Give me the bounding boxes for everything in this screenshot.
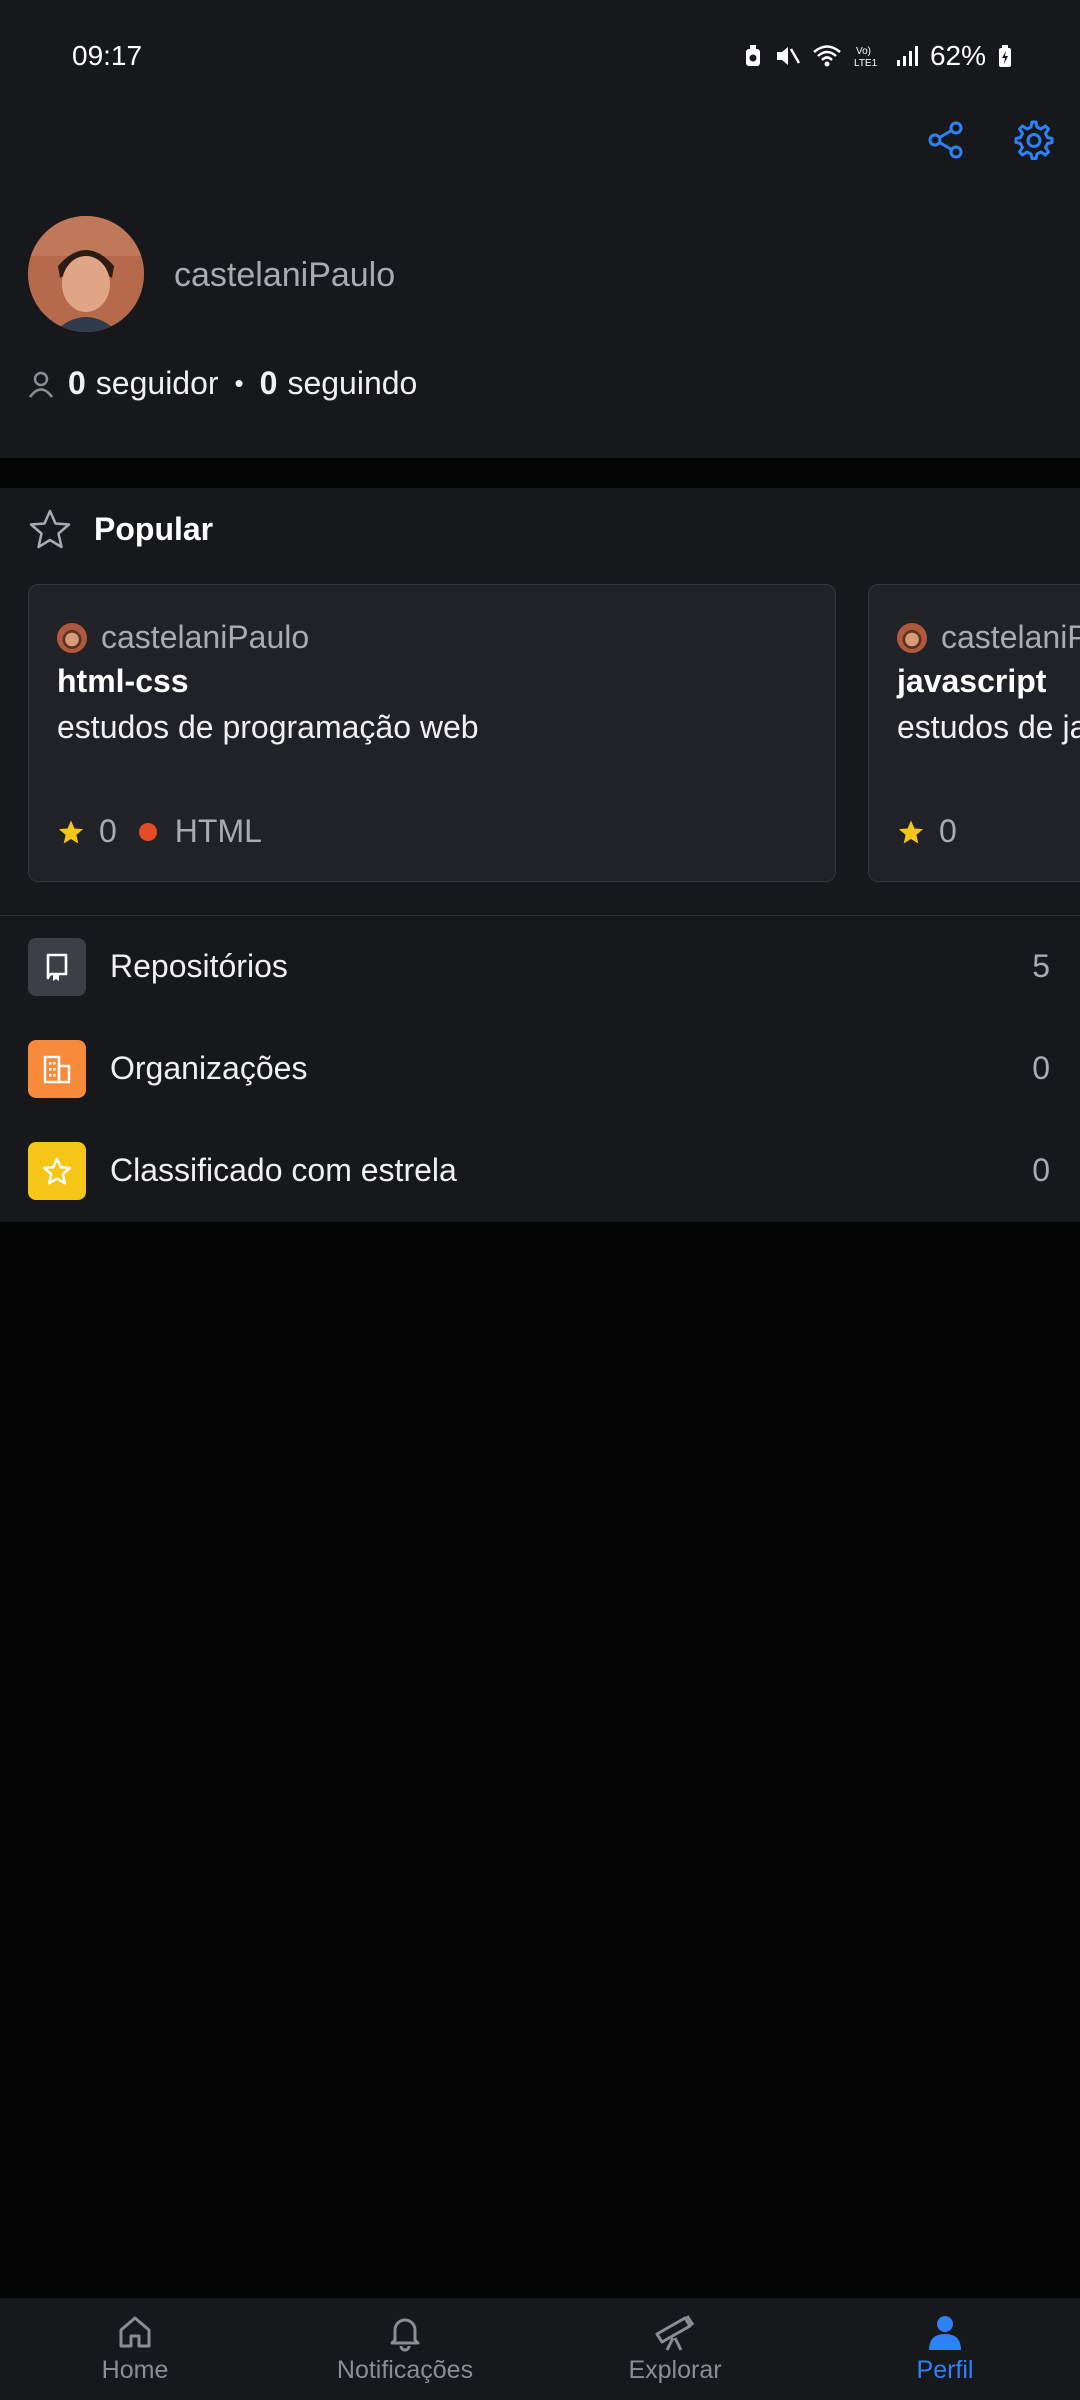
following-label: seguindo bbox=[287, 365, 418, 401]
alarm-icon bbox=[745, 45, 760, 66]
followers-count: 0 bbox=[68, 365, 86, 401]
profile-header: 09:17 Vo) LTE1 62% castelaniPaulo 0 segu… bbox=[0, 0, 1080, 458]
battery-percent: 62% bbox=[929, 40, 986, 71]
popular-section: Popular castelaniPaulo html-css estudos … bbox=[0, 488, 1080, 916]
followers-label: seguidor bbox=[95, 365, 219, 401]
profile-menu: Repositórios 5 Organizações 0 Classifica… bbox=[0, 916, 1080, 1222]
repo-card[interactable]: castelaniPaulo html-css estudos de progr… bbox=[28, 584, 836, 882]
wifi-icon bbox=[813, 45, 841, 67]
repo-language: HTML bbox=[174, 813, 262, 849]
person-icon bbox=[28, 371, 54, 398]
telescope-icon bbox=[655, 2315, 695, 2351]
menu-count: 0 bbox=[1032, 1152, 1050, 1188]
nav-profile[interactable]: Perfil bbox=[810, 2298, 1080, 2400]
bell-icon bbox=[390, 2318, 420, 2352]
gear-icon bbox=[1014, 120, 1054, 160]
star-filled-icon bbox=[58, 820, 84, 843]
nav-notifications[interactable]: Notificações bbox=[270, 2298, 540, 2400]
language-color-dot bbox=[138, 822, 157, 841]
popular-header: Popular bbox=[28, 508, 213, 550]
organization-icon bbox=[43, 1055, 71, 1084]
repo-owner: castelaniPaulo bbox=[897, 619, 1080, 656]
menu-item-repositories[interactable]: Repositórios 5 bbox=[0, 916, 1080, 1018]
settings-button[interactable] bbox=[1004, 112, 1060, 168]
repo-owner-name: castelaniPaulo bbox=[101, 619, 310, 655]
star-filled-icon bbox=[898, 820, 924, 843]
home-icon bbox=[119, 2316, 151, 2348]
follow-separator: • bbox=[234, 368, 244, 398]
repo-name: javascript bbox=[897, 663, 1047, 699]
repo-icon bbox=[46, 953, 68, 981]
nav-home[interactable]: Home bbox=[0, 2298, 270, 2400]
avatar-image bbox=[28, 216, 144, 332]
battery-icon bbox=[999, 45, 1011, 67]
nav-label: Perfil bbox=[916, 2356, 974, 2384]
repo-icon-box bbox=[28, 938, 86, 996]
volte-icon: Vo)LTE1 bbox=[854, 46, 878, 68]
status-time: 09:17 bbox=[72, 40, 143, 71]
repo-card[interactable]: castelaniPaulo javascript estudos de jav… bbox=[868, 584, 1080, 882]
star-icon bbox=[42, 1157, 72, 1185]
profile-screen: 09:17 Vo) LTE1 62% castelaniPaulo 0 segu… bbox=[0, 0, 1080, 2400]
nav-label: Home bbox=[101, 2356, 169, 2384]
menu-label: Classificado com estrela bbox=[110, 1152, 457, 1188]
avatar[interactable] bbox=[28, 216, 144, 332]
signal-icon bbox=[896, 46, 918, 66]
bottom-navigation: Home Notificações Explorar Perfil bbox=[0, 2298, 1080, 2400]
owner-avatar bbox=[897, 622, 927, 653]
share-icon bbox=[928, 121, 963, 159]
owner-avatar bbox=[57, 622, 87, 653]
menu-label: Repositórios bbox=[110, 948, 288, 984]
person-icon bbox=[929, 2316, 961, 2350]
repo-owner: castelaniPaulo bbox=[57, 619, 309, 656]
repo-description: estudos de programação web bbox=[57, 709, 479, 745]
share-button[interactable] bbox=[918, 112, 974, 168]
repo-owner-name: castelaniPaulo bbox=[941, 619, 1080, 655]
star-outline-icon bbox=[29, 509, 71, 549]
repo-name: html-css bbox=[57, 663, 189, 699]
nav-label: Explorar bbox=[628, 2356, 722, 2384]
menu-label: Organizações bbox=[110, 1050, 308, 1086]
nav-explore[interactable]: Explorar bbox=[540, 2298, 810, 2400]
repo-star-count: 0 bbox=[99, 813, 117, 849]
repo-description: estudos de javascript bbox=[897, 709, 1080, 745]
status-icons: Vo) LTE1 62% bbox=[744, 40, 1012, 72]
top-actions bbox=[918, 112, 1060, 168]
menu-count: 5 bbox=[1032, 948, 1050, 984]
nav-label: Notificações bbox=[336, 2356, 474, 2384]
menu-item-starred[interactable]: Classificado com estrela 0 bbox=[0, 1120, 1080, 1222]
svg-text:LTE1: LTE1 bbox=[854, 58, 878, 68]
repo-meta: 0 bbox=[897, 813, 957, 850]
follow-stats[interactable]: 0 seguidor • 0 seguindo bbox=[28, 365, 417, 402]
organization-icon-box bbox=[28, 1040, 86, 1098]
following-count: 0 bbox=[259, 365, 278, 401]
repo-meta: 0 HTML bbox=[57, 813, 262, 850]
mute-icon bbox=[776, 47, 800, 65]
repo-star-count: 0 bbox=[939, 813, 957, 849]
profile-username: castelaniPaulo bbox=[174, 256, 396, 294]
star-icon-box bbox=[28, 1142, 86, 1200]
svg-text:Vo): Vo) bbox=[856, 46, 871, 57]
popular-title: Popular bbox=[94, 510, 214, 547]
menu-count: 0 bbox=[1032, 1050, 1050, 1086]
menu-item-organizations[interactable]: Organizações 0 bbox=[0, 1018, 1080, 1120]
